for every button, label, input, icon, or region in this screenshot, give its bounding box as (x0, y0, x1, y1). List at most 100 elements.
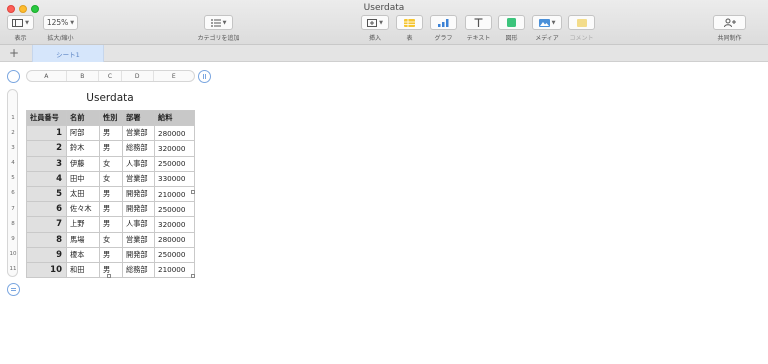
row-header[interactable]: 9 (8, 236, 18, 242)
table-cell[interactable]: 5 (26, 185, 67, 203)
zoom-select[interactable]: 125% ▼ (43, 15, 78, 30)
table-cell[interactable]: 男 (99, 125, 123, 142)
table-cell[interactable]: 上野 (66, 216, 100, 233)
insert-button[interactable]: ▼ (361, 15, 389, 30)
table-row: 8 馬場 女 営業部 280000 (26, 231, 195, 248)
table-cell[interactable]: 男 (99, 140, 123, 157)
table-cell[interactable]: 営業部 (122, 125, 155, 142)
table-cell[interactable]: 太田 (66, 185, 100, 203)
table-cell[interactable]: 男 (99, 261, 123, 279)
sheet-tab[interactable]: シート1 (32, 45, 104, 62)
resize-handle-right[interactable] (191, 190, 195, 194)
table-cell[interactable]: 女 (99, 231, 123, 248)
table-cell[interactable]: 9 (26, 246, 67, 263)
table-cell[interactable]: 男 (99, 216, 123, 233)
table-cell[interactable]: 開発部 (122, 246, 155, 263)
table-cell[interactable]: 伊藤 (66, 155, 100, 172)
table-cell[interactable]: 280000 (154, 125, 195, 142)
comment-button[interactable] (568, 15, 595, 30)
table-cell[interactable]: 鈴木 (66, 140, 100, 157)
table-cell[interactable]: 人事部 (122, 216, 155, 233)
table-cell[interactable]: 2 (26, 140, 67, 157)
row-header[interactable]: 11 (8, 266, 18, 272)
add-row-handle[interactable] (7, 283, 20, 296)
row-header[interactable]: 5 (8, 175, 18, 181)
table-cell[interactable]: 320000 (154, 140, 195, 157)
table-cell[interactable]: 総務部 (122, 140, 155, 157)
resize-handle-bottom[interactable] (107, 274, 111, 278)
table-cell[interactable]: 人事部 (122, 155, 155, 172)
collaborate-button[interactable] (713, 15, 746, 30)
row-header[interactable]: 8 (8, 221, 18, 227)
table-cell[interactable]: 榎本 (66, 246, 100, 263)
data-table: 社員番号 名前 性別 部署 給料 1 阿部 男 営業部 280000 2 鈴木 … (26, 109, 195, 279)
table-cell[interactable]: 阿部 (66, 125, 100, 142)
table-cell[interactable]: 馬場 (66, 231, 100, 248)
table-cell[interactable]: 210000 (154, 185, 195, 203)
collaborate-icon (723, 18, 736, 27)
row-header[interactable]: 10 (8, 251, 18, 257)
shape-button[interactable] (498, 15, 525, 30)
column-header[interactable]: A (27, 71, 67, 81)
table-cell[interactable]: 和田 (66, 261, 100, 279)
column-header[interactable]: D (122, 71, 154, 81)
table-cell[interactable]: 250000 (154, 246, 195, 263)
table-cell[interactable]: 8 (26, 231, 67, 248)
table-cell[interactable]: 男 (99, 185, 123, 203)
table-cell[interactable]: 4 (26, 170, 67, 187)
table-cell[interactable]: 280000 (154, 231, 195, 248)
chart-button[interactable] (430, 15, 457, 30)
select-table-button[interactable] (7, 70, 20, 83)
header-cell[interactable]: 性別 (99, 109, 123, 127)
table-cell[interactable]: 田中 (66, 170, 100, 187)
table-cell[interactable]: 1 (26, 125, 67, 142)
row-header[interactable]: 3 (8, 145, 18, 151)
column-header[interactable]: C (99, 71, 122, 81)
table-cell[interactable]: 営業部 (122, 170, 155, 187)
table-button[interactable] (396, 15, 423, 30)
table-cell[interactable]: 7 (26, 216, 67, 233)
row-header[interactable]: 2 (8, 130, 18, 136)
text-label: テキスト (466, 35, 491, 42)
column-header[interactable]: E (154, 71, 195, 81)
table-cell[interactable]: 佐々木 (66, 201, 100, 218)
table-cell[interactable]: 250000 (154, 155, 195, 172)
table-cell[interactable]: 女 (99, 170, 123, 187)
table-title[interactable]: Userdata (26, 92, 194, 104)
row-header[interactable]: 4 (8, 160, 18, 166)
table-cell[interactable]: 250000 (154, 201, 195, 218)
header-cell[interactable]: 部署 (122, 109, 155, 127)
table-cell[interactable]: 320000 (154, 216, 195, 233)
text-button[interactable] (465, 15, 492, 30)
table-icon (404, 18, 415, 27)
table-cell[interactable]: 3 (26, 155, 67, 172)
row-header[interactable]: 6 (8, 190, 18, 196)
media-button[interactable]: ▼ (532, 15, 562, 30)
resize-handle-corner[interactable] (191, 274, 195, 278)
table-cell[interactable]: 開発部 (122, 185, 155, 203)
table-cell[interactable]: 女 (99, 155, 123, 172)
table-cell[interactable]: 開発部 (122, 201, 155, 218)
view-button[interactable]: ▼ (7, 15, 34, 30)
table-cell[interactable]: 10 (26, 261, 67, 279)
table-cell[interactable]: 330000 (154, 170, 195, 187)
header-cell[interactable]: 給料 (154, 109, 195, 127)
add-category-button[interactable]: ▼ (204, 15, 233, 30)
table-cell[interactable]: 男 (99, 201, 123, 218)
sheet-tab-bar: + シート1 (0, 45, 768, 62)
text-icon (474, 18, 483, 27)
table-cell[interactable]: 男 (99, 246, 123, 263)
column-header[interactable]: B (67, 71, 100, 81)
header-cell[interactable]: 名前 (66, 109, 100, 127)
table-cell[interactable]: 210000 (154, 261, 195, 279)
table-cell[interactable]: 6 (26, 201, 67, 218)
row-header[interactable]: 1 (8, 115, 18, 121)
table-cell[interactable]: 営業部 (122, 231, 155, 248)
row-header[interactable]: 7 (8, 206, 18, 212)
add-sheet-button[interactable]: + (9, 45, 19, 61)
add-column-handle[interactable] (198, 70, 211, 83)
chevron-down-icon: ▼ (70, 19, 75, 26)
comment-label: コメント (569, 35, 594, 42)
table-cell[interactable]: 総務部 (122, 261, 155, 279)
header-cell[interactable]: 社員番号 (26, 109, 67, 127)
